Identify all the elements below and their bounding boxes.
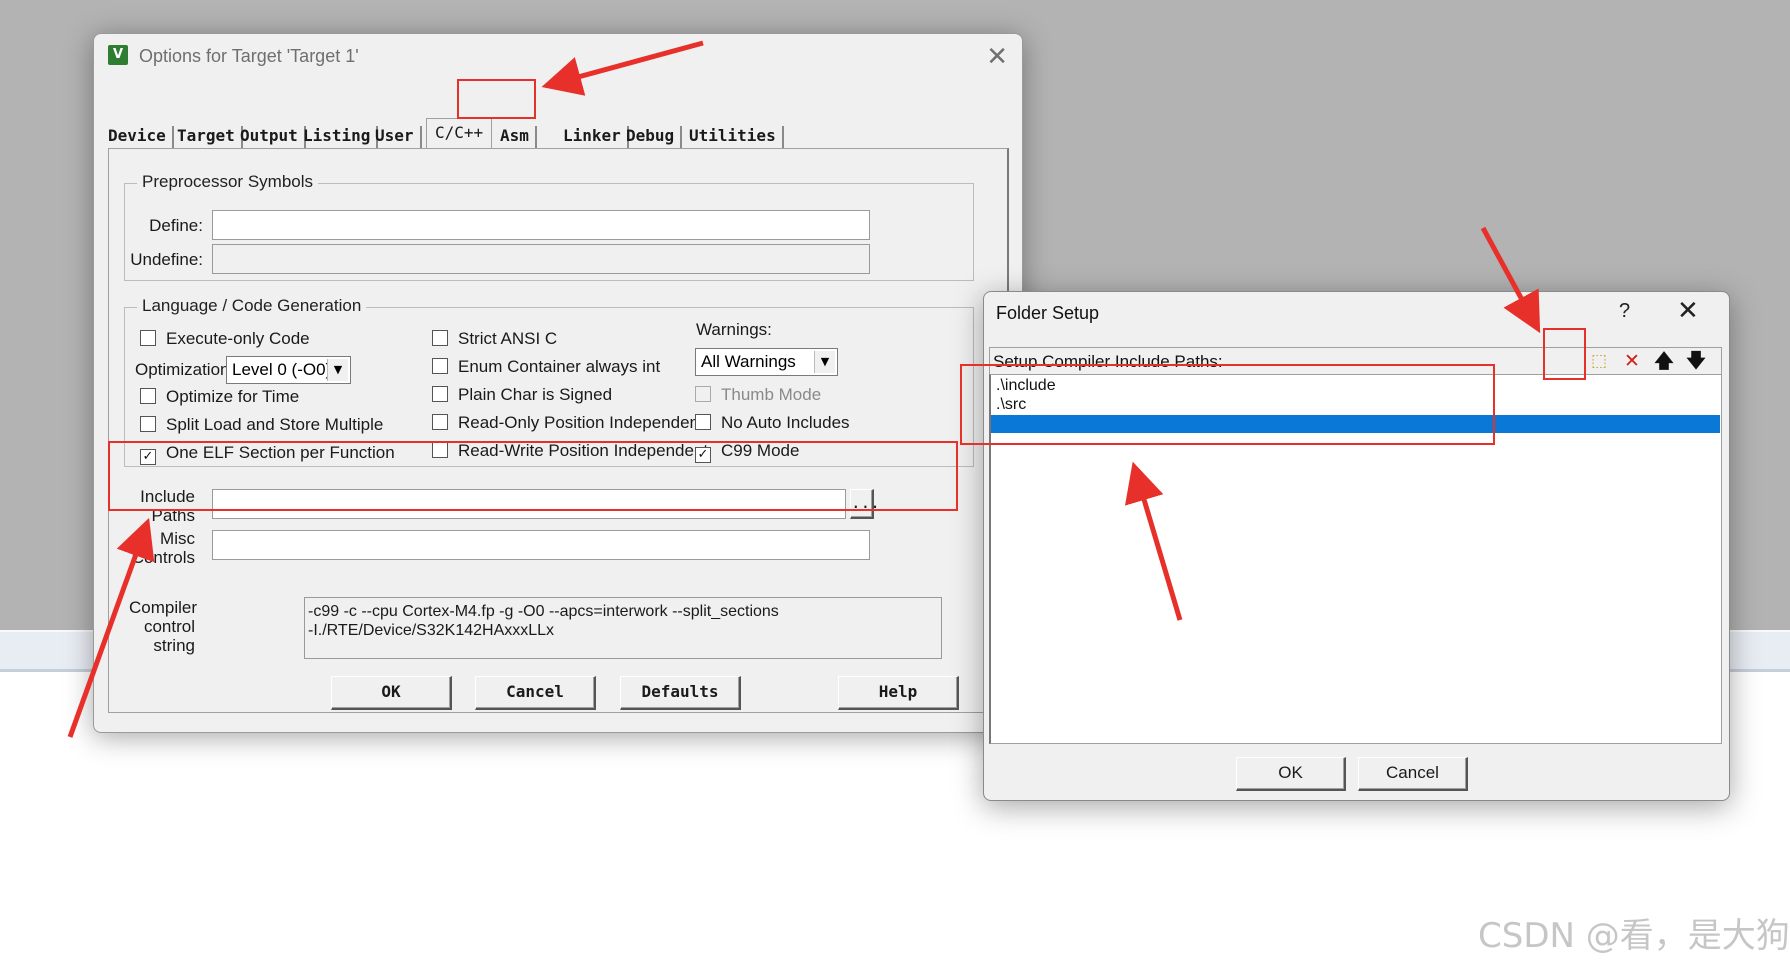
arrow-to-new-folder: [1480, 226, 1541, 334]
arrow-to-include-paths: [67, 517, 155, 738]
csdn-watermark: CSDN @看，是大狗: [1478, 916, 1790, 956]
arrow-to-paths-list: [1124, 461, 1183, 621]
annotation-arrows: [67, 40, 1541, 738]
arrow-to-cpp-tab: [541, 40, 704, 96]
